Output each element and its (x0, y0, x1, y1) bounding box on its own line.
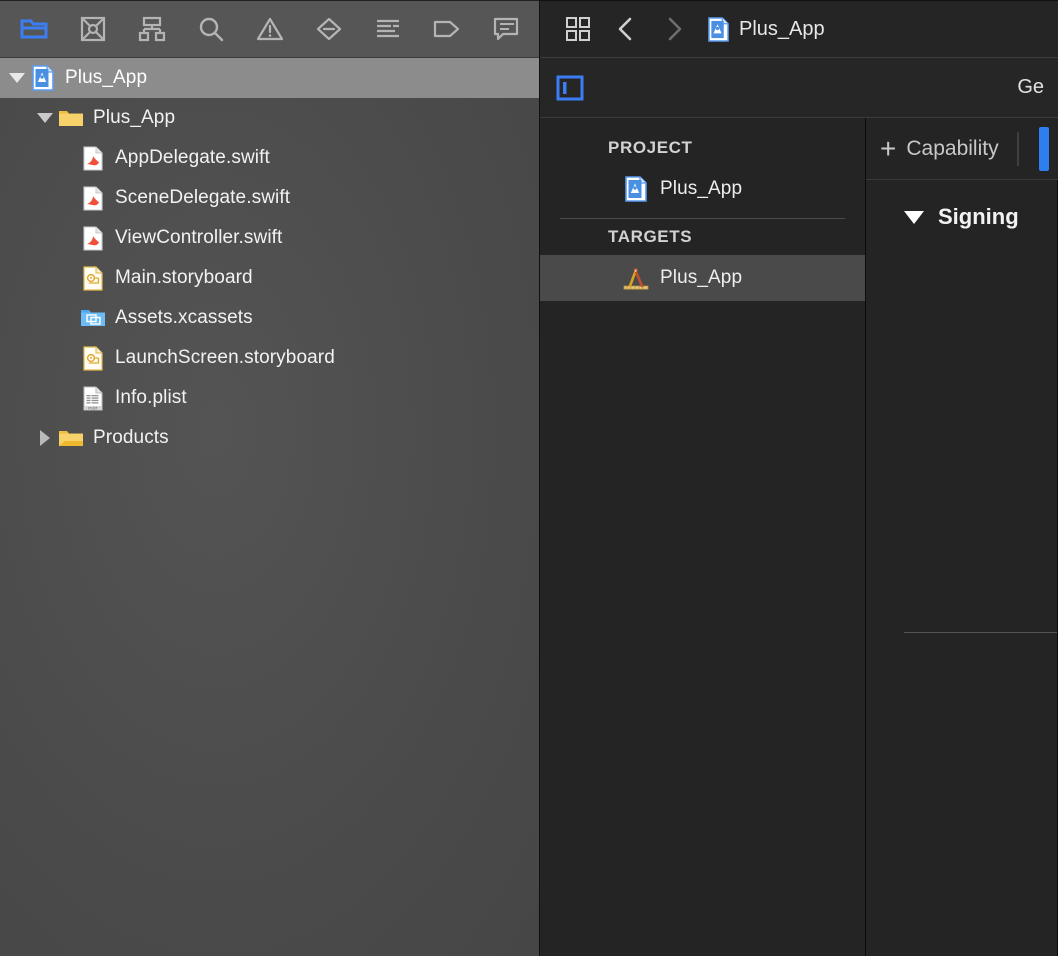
debug-navigator-icon[interactable] (358, 6, 417, 52)
tree-row-label: Products (93, 427, 169, 448)
tree-row-scenedelegate-swift[interactable]: SceneDelegate.swift (0, 178, 539, 218)
project-item-plus-app[interactable]: Plus_App (540, 166, 865, 212)
tree-row-info-plist[interactable]: PLIST Info.plist (0, 378, 539, 418)
plist-file-icon: PLIST (78, 385, 108, 411)
issue-navigator-icon[interactable] (240, 6, 299, 52)
disclosure-triangle-icon[interactable] (34, 430, 56, 446)
tree-row-products[interactable]: Products (0, 418, 539, 458)
test-navigator-icon[interactable] (299, 6, 358, 52)
tree-row-label: SceneDelegate.swift (115, 187, 291, 208)
tree-row-label: Assets.xcassets (115, 307, 253, 328)
forward-button[interactable] (652, 7, 696, 51)
report-navigator-icon[interactable] (476, 6, 535, 52)
tabbar-tabs: Ge (1007, 58, 1058, 117)
project-editor-body: PROJECT Plus_App TARGETS Plus_App + Capa… (540, 118, 1058, 956)
tree-row-label: Plus_App (93, 107, 176, 128)
plus-icon: + (880, 132, 897, 164)
tab-general[interactable]: Ge (1007, 76, 1054, 99)
swift-file-icon (78, 145, 108, 171)
breakpoint-navigator-icon[interactable] (417, 6, 476, 52)
project-navigator-tree[interactable]: Plus_App Plus_App AppDelegate.swift Scen… (0, 58, 539, 956)
symbol-navigator-icon[interactable] (122, 6, 181, 52)
jump-bar-title-label: Plus_App (739, 17, 825, 40)
back-button[interactable] (604, 7, 648, 51)
tree-row-label: Plus_App (65, 67, 148, 88)
xcode-project-icon (708, 16, 729, 42)
assets-catalog-icon (78, 307, 108, 329)
tree-row-label: ViewController.swift (115, 227, 283, 248)
tree-row-viewcontroller-swift[interactable]: ViewController.swift (0, 218, 539, 258)
storyboard-file-icon (78, 265, 108, 291)
tree-row-appdelegate-swift[interactable]: AppDelegate.swift (0, 138, 539, 178)
project-editor-tabbar: Ge (540, 58, 1058, 118)
tree-row-label: Info.plist (115, 387, 187, 408)
project-navigator-icon[interactable] (4, 6, 63, 52)
project-targets-sidebar: PROJECT Plus_App TARGETS Plus_App (540, 118, 866, 956)
navigator-toolbar (0, 0, 539, 58)
target-app-icon (620, 266, 652, 290)
storyboard-file-icon (78, 345, 108, 371)
tree-row-assets-xcassets[interactable]: Assets.xcassets (0, 298, 539, 338)
source-control-navigator-icon[interactable] (63, 6, 122, 52)
detail-content: Signing (866, 180, 1058, 956)
disclosure-triangle-icon[interactable] (904, 210, 924, 224)
target-item-label: Plus_App (660, 267, 743, 288)
folder-icon (56, 428, 86, 448)
folder-icon (56, 108, 86, 128)
capability-toolbar: + Capability (866, 118, 1058, 180)
tree-row-plus-app-project[interactable]: Plus_App (0, 58, 539, 98)
target-item-plus-app[interactable]: Plus_App (540, 255, 865, 301)
project-group-header: PROJECT (608, 138, 693, 157)
section-divider (904, 632, 1058, 633)
tree-row-launchscreen-storyboard[interactable]: LaunchScreen.storyboard (0, 338, 539, 378)
swift-file-icon (78, 225, 108, 251)
xcode-project-icon (28, 65, 58, 91)
add-capability-button[interactable]: + Capability (880, 132, 999, 164)
targets-group-header: TARGETS (608, 227, 693, 246)
add-capability-label: Capability (906, 136, 999, 160)
tree-row-plus-app-folder[interactable]: Plus_App (0, 98, 539, 138)
target-detail-pane: + Capability Signing (866, 118, 1058, 956)
editor-area: Plus_App Ge PROJECT Plus_App TARGETS Plu… (540, 0, 1058, 956)
xcode-window: Plus_App Plus_App AppDelegate.swift Scen… (0, 0, 1058, 956)
navigator-panel: Plus_App Plus_App AppDelegate.swift Scen… (0, 0, 540, 956)
tree-row-label: LaunchScreen.storyboard (115, 347, 335, 368)
tree-row-label: AppDelegate.swift (115, 147, 270, 168)
project-item-label: Plus_App (660, 178, 743, 199)
tree-row-main-storyboard[interactable]: Main.storyboard (0, 258, 539, 298)
disclosure-triangle-icon[interactable] (34, 113, 56, 123)
disclosure-triangle-icon[interactable] (6, 73, 28, 83)
svg-text:PLIST: PLIST (88, 406, 97, 410)
xcode-project-icon (620, 176, 652, 202)
related-items-icon[interactable] (556, 7, 600, 51)
toolbar-divider (1016, 131, 1019, 166)
signing-section-label: Signing (938, 204, 1019, 229)
find-navigator-icon[interactable] (181, 6, 240, 52)
jump-bar-title[interactable]: Plus_App (708, 16, 825, 42)
capability-accent-chip[interactable] (1038, 126, 1049, 171)
swift-file-icon (78, 185, 108, 211)
editor-layout-toggle-icon[interactable] (540, 74, 600, 102)
tree-row-label: Main.storyboard (115, 267, 253, 288)
signing-section-header[interactable]: Signing (866, 180, 1058, 230)
jump-bar: Plus_App (540, 0, 1058, 58)
